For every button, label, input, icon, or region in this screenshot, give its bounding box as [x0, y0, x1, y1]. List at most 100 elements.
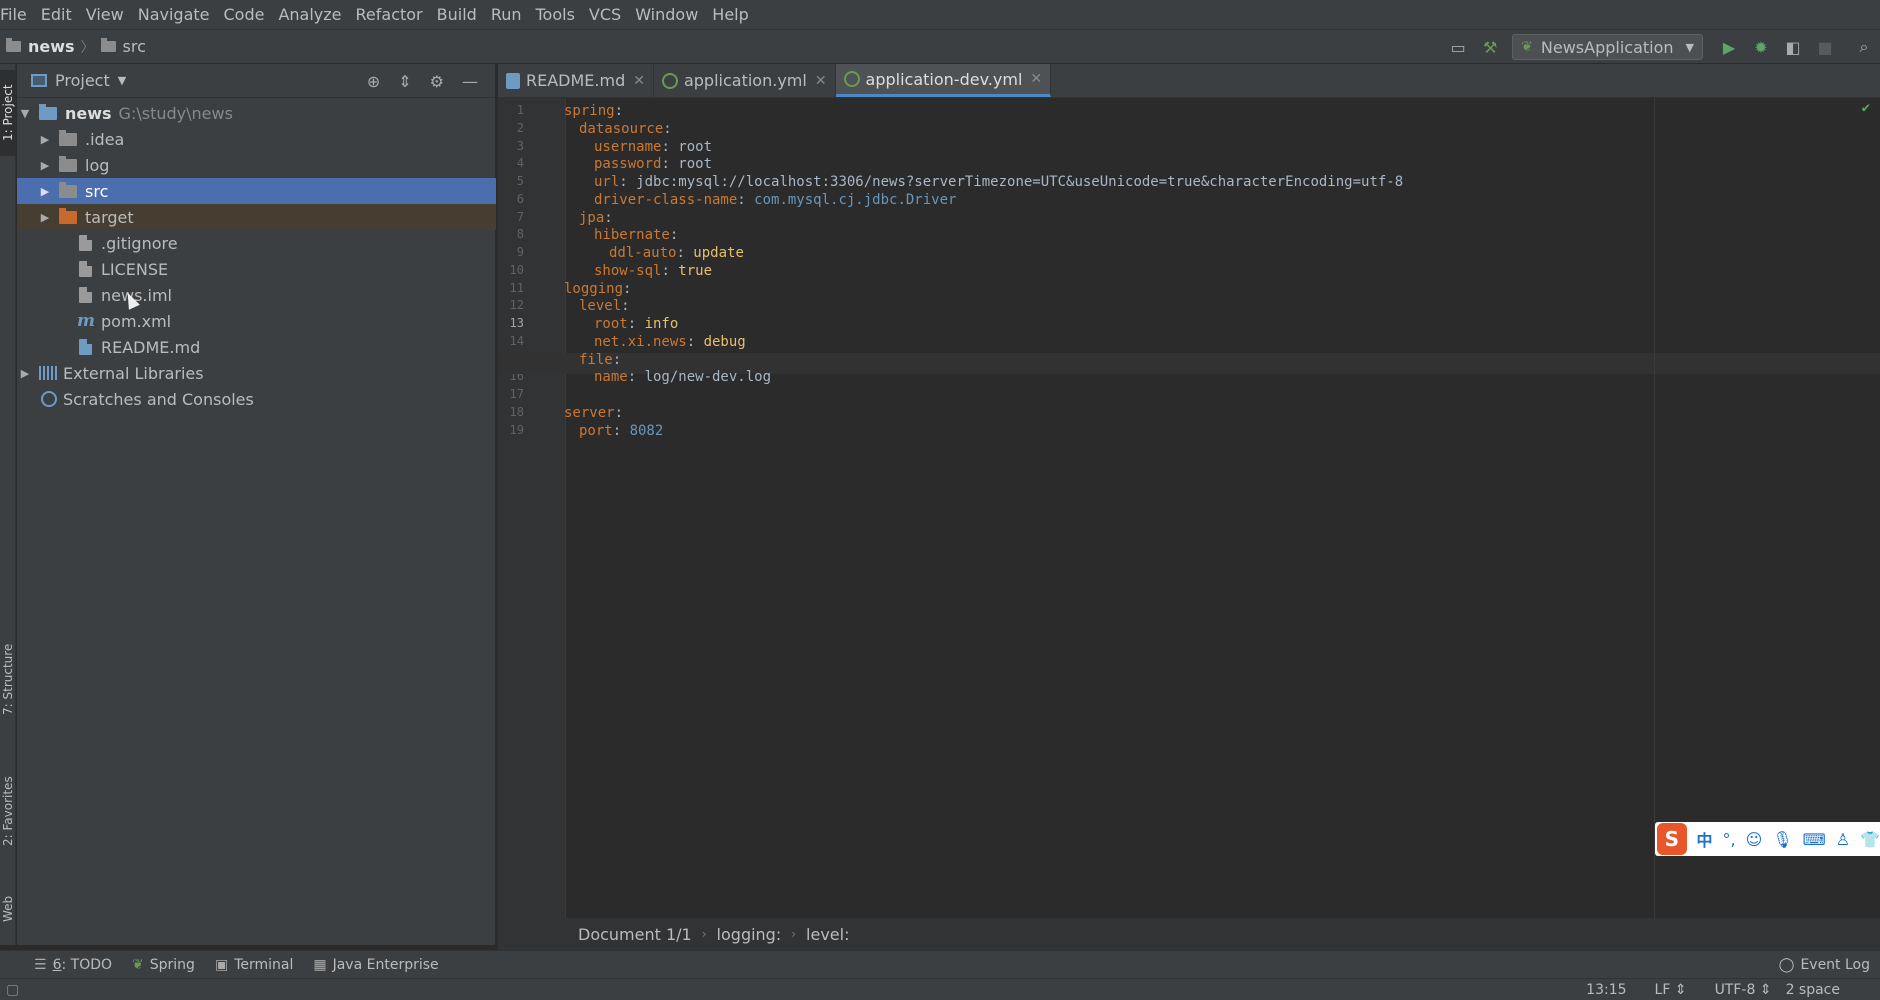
yaml-key: datasource [579, 120, 664, 137]
punctuation-icon[interactable]: °, [1723, 830, 1736, 849]
status-bar: ▢ 13:15 LF ⇕ UTF-8 ⇕ 2 space [0, 978, 1880, 1000]
tab-readme[interactable]: README.md ✕ [498, 64, 654, 97]
emoji-icon[interactable]: ☺ [1746, 830, 1763, 849]
collapse-all-icon[interactable]: ⇕ [398, 72, 411, 91]
toolwindow-event-log[interactable]: ◯ Event Log [1779, 951, 1870, 979]
folder-icon [100, 38, 116, 52]
run-configuration-select[interactable]: ❦ NewsApplication ▼ [1512, 34, 1703, 60]
tab-application-yml[interactable]: application.yml ✕ [654, 64, 836, 97]
ime-chinese-mode[interactable]: 中 [1697, 827, 1713, 851]
expanded-arrow-icon[interactable]: ▼ [19, 107, 31, 120]
toolwindow-todo[interactable]: ☰ 6: TODO [34, 957, 112, 973]
close-icon[interactable]: ✕ [1030, 71, 1042, 87]
tree-item-idea[interactable]: ▶ .idea [17, 126, 496, 152]
tree-root-path: G:\study\news [118, 103, 233, 123]
indent-widget[interactable]: 2 space [1786, 982, 1840, 998]
tab-structure-toolwindow[interactable]: 7: Structure [0, 634, 16, 724]
crumb-level[interactable]: level: [806, 925, 849, 944]
collapsed-arrow-icon[interactable]: ▶ [19, 367, 31, 380]
tree-item-log[interactable]: ▶ log [17, 152, 496, 178]
line-number: 12 [509, 298, 524, 313]
yaml-value: true [678, 262, 713, 279]
java-enterprise-icon: ▦ [313, 956, 327, 973]
coverage-icon[interactable]: ◧ [1780, 34, 1806, 60]
toolwindow-java-enterprise[interactable]: ▦ Java Enterprise [313, 957, 438, 973]
tree-item-news-iml[interactable]: news.iml [17, 282, 496, 308]
tab-favorites-toolwindow[interactable]: 2: Favorites [0, 764, 16, 859]
tab-project-toolwindow[interactable]: 1: Project [0, 70, 16, 156]
menu-analyze[interactable]: Analyze [278, 5, 348, 24]
code-editor[interactable]: 12345678910111213141516171819 spring: da… [498, 98, 1880, 918]
menu-build[interactable]: Build [437, 5, 484, 24]
menu-file[interactable]: File [0, 5, 34, 24]
tree-item-target[interactable]: ▶ target [17, 204, 496, 230]
tool-window-bar: ☰ 6: TODO ❦ Spring ▣ Terminal ▦ Java Ent… [0, 950, 1880, 978]
user-icon[interactable]: ♙ [1836, 830, 1850, 849]
build-hammer-icon[interactable]: ⚒ [1477, 34, 1503, 60]
line-separator-widget[interactable]: LF ⇕ [1641, 982, 1687, 998]
tree-scratches[interactable]: Scratches and Consoles [17, 386, 496, 412]
todo-shortcut-number: 6 [52, 956, 62, 973]
collapsed-arrow-icon[interactable]: ▶ [39, 133, 51, 146]
toolwindow-spring[interactable]: ❦ Spring [132, 957, 195, 973]
skin-shirt-icon[interactable]: 👕 [1860, 830, 1880, 849]
menu-view[interactable]: View [86, 5, 131, 24]
close-icon[interactable]: ✕ [633, 73, 645, 89]
collapsed-arrow-icon[interactable]: ▶ [39, 159, 51, 172]
close-icon[interactable]: ✕ [815, 73, 827, 89]
panel-toggle-icon[interactable]: ▢ [6, 982, 19, 998]
tree-item-label: External Libraries [63, 363, 204, 383]
tree-item-gitignore[interactable]: .gitignore [17, 230, 496, 256]
tab-application-dev-yml[interactable]: application-dev.yml ✕ [835, 64, 1052, 97]
keyboard-icon[interactable]: ⌨ [1803, 830, 1826, 849]
project-folder-icon [6, 38, 21, 52]
menu-edit[interactable]: Edit [41, 5, 79, 24]
tree-item-label: src [85, 181, 109, 201]
yaml-key: hibernate [594, 227, 670, 244]
encoding-widget[interactable]: UTF-8 ⇕ [1701, 982, 1772, 998]
collapsed-arrow-icon[interactable]: ▶ [39, 211, 51, 224]
menu-refactor[interactable]: Refactor [356, 5, 430, 24]
tree-item-src[interactable]: ▶ src [17, 178, 496, 204]
caret-position[interactable]: 13:15 [1586, 982, 1626, 998]
project-tree: ▼ news G:\study\news ▶ .idea ▶ log ▶ src… [17, 100, 496, 412]
sogou-logo-icon[interactable]: S [1657, 823, 1687, 855]
tab-web-toolwindow[interactable]: Web [0, 884, 16, 934]
tree-item-license[interactable]: LICENSE [17, 256, 496, 282]
locate-target-icon[interactable]: ⊕ [367, 72, 380, 91]
tree-item-pom-xml[interactable]: m pom.xml [17, 308, 496, 334]
collapsed-arrow-icon[interactable]: ▶ [39, 185, 51, 198]
breadcrumb-folder-label: src [122, 37, 146, 56]
tree-external-libraries[interactable]: ▶ External Libraries [17, 360, 496, 386]
yaml-key: spring [564, 103, 615, 119]
tree-root-news[interactable]: ▼ news G:\study\news [17, 100, 496, 126]
crumb-logging[interactable]: logging: [717, 925, 782, 944]
spring-config-icon [843, 71, 860, 87]
menu-code[interactable]: Code [224, 5, 272, 24]
menu-navigate[interactable]: Navigate [138, 5, 217, 24]
menu-run[interactable]: Run [491, 5, 529, 24]
menu-tools[interactable]: Tools [536, 5, 582, 24]
debug-bug-icon[interactable]: ✹ [1748, 34, 1774, 60]
tree-item-readme[interactable]: README.md [17, 334, 496, 360]
yaml-key: server [564, 404, 615, 421]
spring-label: Spring [149, 956, 195, 973]
microphone-icon[interactable]: 🎙 [1772, 830, 1792, 849]
menu-vcs[interactable]: VCS [589, 5, 628, 24]
search-icon[interactable]: ⌕ [1851, 34, 1877, 60]
menu-help[interactable]: Help [712, 5, 755, 24]
breadcrumb-folder[interactable]: src [100, 37, 146, 56]
line-number: 13 [509, 316, 524, 330]
project-view-selector[interactable]: Project ▼ [31, 71, 126, 90]
spring-leaf-icon: ❦ [132, 956, 144, 973]
run-icon[interactable]: ▶ [1716, 34, 1742, 60]
minimize-icon[interactable]: — [462, 72, 478, 91]
run-anything-icon[interactable]: ▭ [1445, 34, 1471, 60]
menu-window[interactable]: Window [635, 5, 705, 24]
crumb-document[interactable]: Document 1/1 [578, 925, 692, 944]
yaml-key: url [594, 174, 620, 190]
stop-icon[interactable]: ■ [1812, 34, 1838, 60]
gear-icon[interactable]: ⚙ [430, 72, 444, 91]
breadcrumb-project[interactable]: news [6, 37, 75, 56]
toolwindow-terminal[interactable]: ▣ Terminal [215, 957, 293, 973]
